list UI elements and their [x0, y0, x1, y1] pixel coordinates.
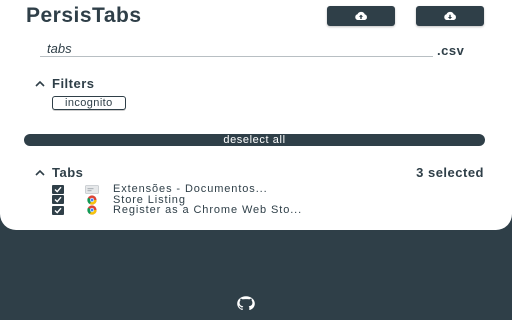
list-item: Extensões - Documentos...	[52, 184, 472, 195]
tab-list: Extensões - Documentos... Store Listing	[52, 184, 472, 216]
tab-checkbox[interactable]	[52, 205, 64, 215]
filename-input[interactable]	[40, 40, 433, 57]
chrome-favicon-icon	[85, 205, 99, 215]
tab-title[interactable]: Extensões - Documentos...	[113, 184, 268, 195]
file-extension: .csv	[437, 43, 465, 58]
filters-toggle[interactable]: Filters	[34, 76, 95, 91]
deselect-all-button[interactable]: deselect all	[24, 134, 485, 146]
tab-checkbox[interactable]	[52, 184, 64, 194]
filters-heading: Filters	[52, 76, 95, 91]
list-item: Register as a Chrome Web Sto...	[52, 205, 472, 216]
upload-button[interactable]	[327, 6, 395, 26]
cloud-upload-icon	[355, 11, 367, 20]
chevron-up-icon	[35, 169, 45, 176]
check-icon	[54, 196, 62, 203]
github-icon[interactable]	[235, 295, 257, 313]
tab-checkbox[interactable]	[52, 195, 64, 205]
download-button[interactable]	[416, 6, 484, 26]
app-title: PersisTabs	[26, 4, 142, 27]
selected-count: 3 selected	[416, 165, 484, 180]
check-icon	[54, 186, 62, 193]
tabs-heading: Tabs	[52, 165, 84, 180]
filter-chip-incognito[interactable]: incognito	[52, 96, 126, 110]
tab-title[interactable]: Store Listing	[113, 194, 186, 205]
chrome-favicon-icon	[85, 195, 99, 205]
check-icon	[54, 207, 62, 214]
chevron-up-icon	[35, 80, 45, 87]
tabs-toggle[interactable]: Tabs	[34, 165, 83, 180]
tab-title[interactable]: Register as a Chrome Web Sto...	[113, 205, 302, 216]
extensions-favicon-icon	[85, 184, 99, 194]
filename-row: .csv	[40, 40, 486, 58]
cloud-download-icon	[444, 11, 456, 20]
popup-panel: PersisTabs .csv Filters incognito desele…	[0, 0, 512, 230]
